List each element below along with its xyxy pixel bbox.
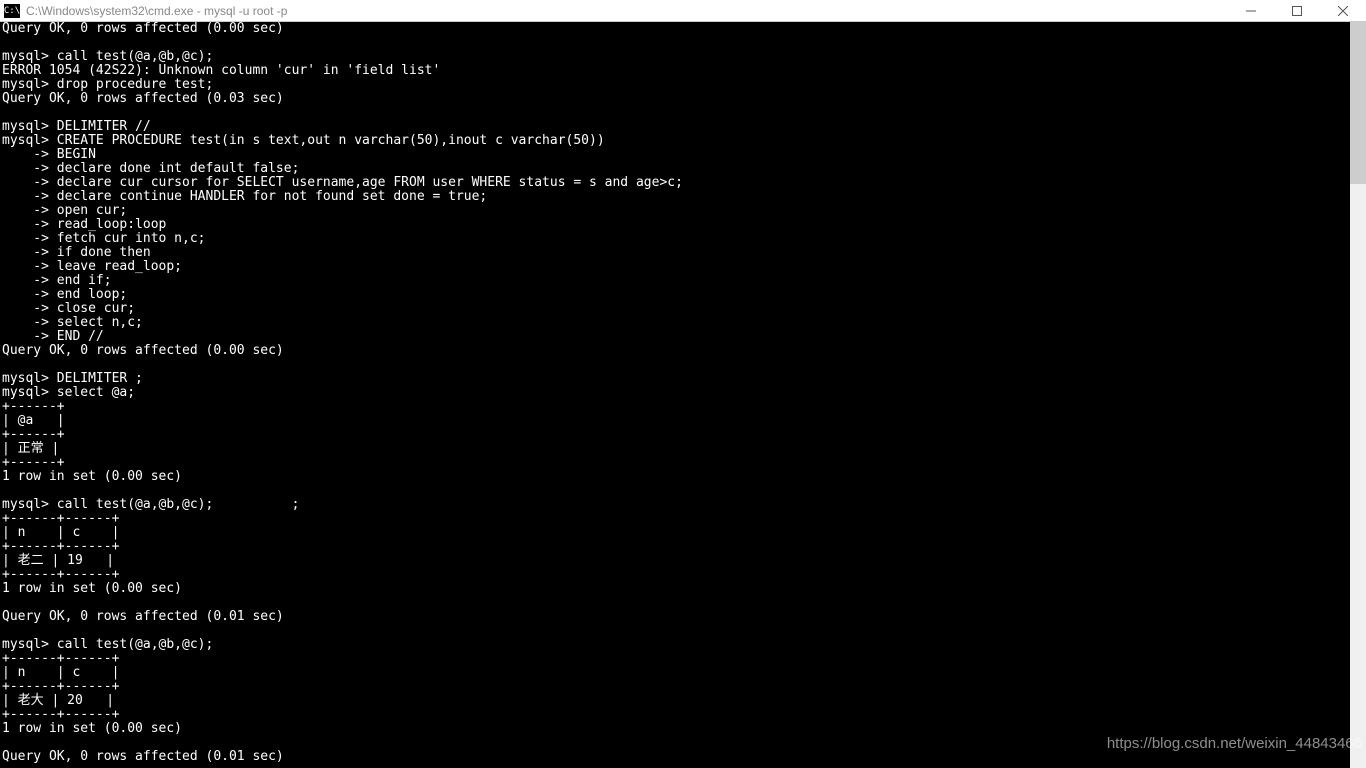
- terminal-line: mysql> call test(@a,@b,@c);: [2, 638, 1364, 652]
- terminal-line: +------+------+: [2, 512, 1364, 526]
- terminal-line: -> if done then: [2, 246, 1364, 260]
- terminal-line: +------+------+: [2, 652, 1364, 666]
- terminal-line: ERROR 1054 (42S22): Unknown column 'cur'…: [2, 64, 1364, 78]
- terminal-line: -> declare continue HANDLER for not foun…: [2, 190, 1364, 204]
- terminal-line: | 老大 | 20 |: [2, 694, 1364, 708]
- terminal-line: Query OK, 0 rows affected (0.01 sec): [2, 750, 1364, 764]
- terminal-line: mysql> CREATE PROCEDURE test(in s text,o…: [2, 134, 1364, 148]
- terminal-line: mysql> select @a;: [2, 386, 1364, 400]
- terminal-line: +------+: [2, 456, 1364, 470]
- terminal-line: +------+: [2, 428, 1364, 442]
- terminal-line: mysql> drop procedure test;: [2, 78, 1364, 92]
- terminal-line: -> leave read_loop;: [2, 260, 1364, 274]
- window-title: C:\Windows\system32\cmd.exe - mysql -u r…: [26, 4, 287, 18]
- terminal-line: +------+------+: [2, 708, 1364, 722]
- terminal-line: [2, 36, 1364, 50]
- terminal-line: -> end if;: [2, 274, 1364, 288]
- terminal-line: | n | c |: [2, 526, 1364, 540]
- window-controls: [1228, 0, 1366, 22]
- terminal-line: +------+------+: [2, 540, 1364, 554]
- terminal-line: mysql> DELIMITER ;: [2, 372, 1364, 386]
- terminal-line: -> BEGIN: [2, 148, 1364, 162]
- terminal-line: -> end loop;: [2, 288, 1364, 302]
- terminal-line: [2, 484, 1364, 498]
- terminal-line: -> END //: [2, 330, 1364, 344]
- terminal-line: Query OK, 0 rows affected (0.00 sec): [2, 22, 1364, 36]
- terminal-line: | 老二 | 19 |: [2, 554, 1364, 568]
- minimize-icon: [1246, 6, 1256, 16]
- terminal-line: Query OK, 0 rows affected (0.00 sec): [2, 344, 1364, 358]
- terminal-line: -> select n,c;: [2, 316, 1364, 330]
- cmd-icon: C:\: [4, 4, 20, 18]
- terminal-line: +------+------+: [2, 568, 1364, 582]
- terminal-line: -> open cur;: [2, 204, 1364, 218]
- terminal-line: -> fetch cur into n,c;: [2, 232, 1364, 246]
- terminal-line: | n | c |: [2, 666, 1364, 680]
- terminal-line: [2, 596, 1364, 610]
- terminal-line: +------+------+: [2, 680, 1364, 694]
- terminal-line: [2, 358, 1364, 372]
- close-button[interactable]: [1320, 0, 1366, 22]
- terminal-line: [2, 624, 1364, 638]
- scrollbar-thumb[interactable]: [1350, 22, 1366, 184]
- cmd-window: C:\ C:\Windows\system32\cmd.exe - mysql …: [0, 0, 1366, 768]
- terminal-output[interactable]: Query OK, 0 rows affected (0.00 sec) mys…: [0, 22, 1366, 768]
- terminal-line: | @a |: [2, 414, 1364, 428]
- terminal-line: mysql> DELIMITER //: [2, 120, 1364, 134]
- terminal-line: 1 row in set (0.00 sec): [2, 722, 1364, 736]
- terminal-line: 1 row in set (0.00 sec): [2, 470, 1364, 484]
- terminal-line: -> read_loop:loop: [2, 218, 1364, 232]
- terminal-line: -> close cur;: [2, 302, 1364, 316]
- minimize-button[interactable]: [1228, 0, 1274, 22]
- maximize-button[interactable]: [1274, 0, 1320, 22]
- titlebar[interactable]: C:\ C:\Windows\system32\cmd.exe - mysql …: [0, 0, 1366, 22]
- watermark: https://blog.csdn.net/weixin_44843466: [1107, 735, 1362, 752]
- terminal-line: +------+: [2, 400, 1364, 414]
- terminal-line: 1 row in set (0.00 sec): [2, 582, 1364, 596]
- terminal-line: mysql> call test(@a,@b,@c);: [2, 50, 1364, 64]
- terminal-line: [2, 106, 1364, 120]
- close-icon: [1338, 6, 1348, 16]
- terminal-line: Query OK, 0 rows affected (0.03 sec): [2, 92, 1364, 106]
- terminal-line: | 正常 |: [2, 442, 1364, 456]
- maximize-icon: [1292, 6, 1302, 16]
- terminal-line: mysql> call test(@a,@b,@c); ;: [2, 498, 1364, 512]
- terminal-line: -> declare done int default false;: [2, 162, 1364, 176]
- terminal-line: Query OK, 0 rows affected (0.01 sec): [2, 610, 1364, 624]
- terminal-line: -> declare cur cursor for SELECT usernam…: [2, 176, 1364, 190]
